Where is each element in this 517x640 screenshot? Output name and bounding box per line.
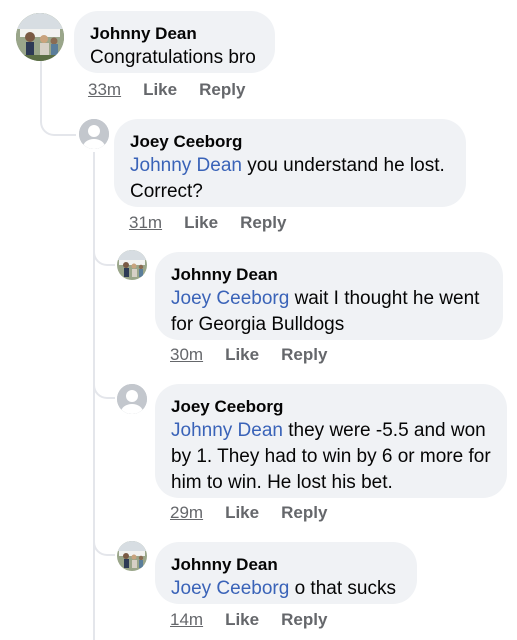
- comment-actions: 30m Like Reply: [170, 345, 327, 365]
- timestamp-link[interactable]: 14m: [170, 610, 203, 630]
- comment-author[interactable]: Joey Ceeborg: [171, 396, 491, 418]
- reply-button[interactable]: Reply: [199, 80, 245, 100]
- like-button[interactable]: Like: [225, 610, 259, 630]
- thread-line-curve: [93, 250, 115, 266]
- comment-text: Joey Ceeborg wait I thought he went for …: [171, 286, 487, 338]
- timestamp-link[interactable]: 29m: [170, 503, 203, 523]
- profile-photo-icon: [117, 250, 147, 280]
- comment-actions: 33m Like Reply: [88, 80, 245, 100]
- comment-author[interactable]: Johnny Dean: [90, 23, 259, 45]
- avatar[interactable]: [79, 119, 109, 149]
- comment-bubble: Johnny Dean Congratulations bro: [74, 11, 275, 73]
- reply-button[interactable]: Reply: [281, 345, 327, 365]
- like-button[interactable]: Like: [184, 213, 218, 233]
- comment-body: o that sucks: [289, 578, 396, 599]
- profile-photo-icon: [117, 541, 147, 571]
- avatar[interactable]: [117, 384, 147, 414]
- comment-text: Johnny Dean they were -5.5 and won by 1.…: [171, 418, 491, 496]
- timestamp-link[interactable]: 30m: [170, 345, 203, 365]
- comment-author[interactable]: Johnny Dean: [171, 264, 487, 286]
- comment-text: Congratulations bro: [90, 45, 259, 71]
- comment-author[interactable]: Johnny Dean: [171, 554, 401, 576]
- comment-body: Congratulations bro: [90, 47, 256, 68]
- thread-line: [93, 152, 95, 640]
- comment-actions: 31m Like Reply: [129, 213, 286, 233]
- timestamp-link[interactable]: 33m: [88, 80, 121, 100]
- avatar[interactable]: [16, 13, 64, 61]
- default-avatar-icon: [79, 119, 109, 149]
- comment-text: Johnny Dean you understand he lost. Corr…: [130, 153, 450, 205]
- thread-line-curve: [40, 120, 76, 136]
- comment-actions: 29m Like Reply: [170, 503, 327, 523]
- profile-photo-icon: [16, 13, 64, 61]
- default-avatar-icon: [117, 384, 147, 414]
- like-button[interactable]: Like: [225, 503, 259, 523]
- comment-actions: 14m Like Reply: [170, 610, 327, 630]
- thread-line-curve: [93, 540, 115, 556]
- mention-link[interactable]: Joey Ceeborg: [171, 578, 289, 599]
- comment-bubble: Joey Ceeborg Johnny Dean they were -5.5 …: [155, 384, 507, 498]
- avatar[interactable]: [117, 250, 147, 280]
- comment-bubble: Johnny Dean Joey Ceeborg wait I thought …: [155, 252, 503, 340]
- thread-line-curve: [93, 383, 115, 399]
- reply-button[interactable]: Reply: [281, 610, 327, 630]
- timestamp-link[interactable]: 31m: [129, 213, 162, 233]
- like-button[interactable]: Like: [225, 345, 259, 365]
- mention-link[interactable]: Johnny Dean: [130, 155, 242, 176]
- like-button[interactable]: Like: [143, 80, 177, 100]
- comment-bubble: Johnny Dean Joey Ceeborg o that sucks: [155, 542, 417, 604]
- mention-link[interactable]: Johnny Dean: [171, 420, 283, 441]
- comment-author[interactable]: Joey Ceeborg: [130, 131, 450, 153]
- thread-line: [40, 60, 42, 122]
- comment-text: Joey Ceeborg o that sucks: [171, 576, 401, 602]
- mention-link[interactable]: Joey Ceeborg: [171, 288, 289, 309]
- avatar[interactable]: [117, 541, 147, 571]
- reply-button[interactable]: Reply: [240, 213, 286, 233]
- reply-button[interactable]: Reply: [281, 503, 327, 523]
- comment-bubble: Joey Ceeborg Johnny Dean you understand …: [114, 119, 466, 207]
